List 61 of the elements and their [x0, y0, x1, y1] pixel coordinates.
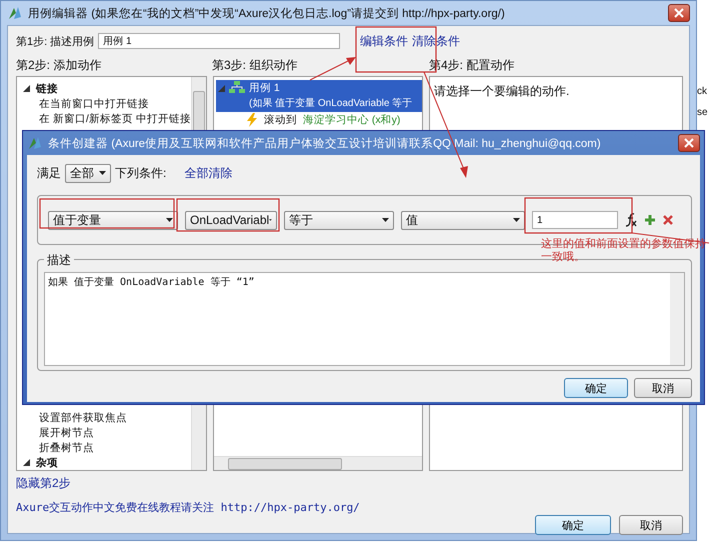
ok-button[interactable]: 确定 [535, 515, 611, 535]
match-suffix: 下列条件: [115, 164, 166, 182]
match-label: 满足 [37, 164, 61, 182]
hint-text: 请选择一个要编辑的动作. [434, 84, 570, 98]
case-title: 用例 1 [249, 81, 281, 96]
tree-group-label[interactable]: 杂项 [36, 456, 58, 470]
dropdown-arrow-icon [166, 218, 173, 222]
dropdown-arrow-icon [513, 218, 520, 222]
tree-group-label[interactable]: 链接 [36, 82, 58, 96]
cancel-button[interactable]: 取消 [634, 378, 692, 398]
action-item[interactable]: 在当前窗口中打开链接 [39, 96, 149, 110]
background-text: ck [697, 86, 708, 97]
lightning-icon [246, 113, 258, 127]
footer-note: Axure交互动作中文免费在线教程请关注 http://hpx-party.org/ [16, 501, 360, 514]
cancel-button[interactable]: 取消 [619, 515, 683, 535]
dialog-title: 条件创建器 (Axure使用及互联网和软件产品用户体验交互设计培训请联系QQ Mail: hu_zhenghui@qq.com) [48, 136, 602, 150]
horizontal-scrollbar[interactable] [214, 456, 422, 470]
case-icon [229, 81, 245, 94]
action-item[interactable]: 展开树节点 [39, 426, 94, 440]
action-target: 海淀学习中心 (x和y) [303, 113, 400, 127]
action-item[interactable]: 设置部件获取焦点 [39, 410, 127, 424]
dropdown-arrow-icon [99, 171, 106, 175]
step-label: 第3步: 组织动作 [212, 57, 298, 74]
expanded-triangle-icon[interactable] [23, 85, 30, 92]
use-case-name-field[interactable]: 用例 1 [98, 33, 340, 49]
dropdown-arrow-icon [269, 218, 272, 222]
ok-button[interactable]: 确定 [564, 378, 628, 398]
vertical-scrollbar[interactable] [670, 273, 684, 365]
description-field[interactable]: 如果 值于变量 OnLoadVariable 等于 “1” [44, 272, 685, 366]
action-row[interactable]: 滚动到 海淀学习中心 (x和y) [216, 112, 422, 127]
background-text: se [697, 107, 709, 118]
match-dropdown[interactable]: 全部 [65, 164, 111, 182]
add-icon[interactable] [644, 214, 656, 226]
case-condition: (如果 值于变量 OnLoadVariable 等于 [249, 96, 412, 111]
window-title: 用例编辑器 (如果您在“我的文档”中发现“Axure汉化包日志.log”请提交到 http://hpx-party.org/) [28, 6, 506, 20]
close-button[interactable] [678, 134, 700, 152]
clear-all-link[interactable]: 全部清除 [184, 164, 232, 182]
function-icon[interactable] [625, 213, 637, 227]
close-button[interactable] [668, 4, 690, 22]
group-label: 描述 [44, 252, 74, 269]
case-row[interactable]: 用例 1 (如果 值于变量 OnLoadVariable 等于 [216, 80, 422, 112]
action-item[interactable]: 在 新窗口/新标签页 中打开链接 [39, 112, 191, 126]
delete-icon[interactable] [663, 215, 673, 225]
dropdown-arrow-icon [382, 218, 389, 222]
app-icon [27, 135, 43, 151]
link[interactable]: 编辑条件 [360, 32, 408, 50]
close-icon [684, 138, 694, 148]
condition-dropdown[interactable]: 值于变量 [48, 210, 178, 230]
app-icon [7, 5, 23, 21]
value-field[interactable]: 1 [532, 211, 618, 229]
step-label: 第1步: 描述用例 [16, 34, 94, 48]
step-label: 第2步: 添加动作 [16, 57, 102, 74]
action-item[interactable]: 折叠树节点 [39, 440, 94, 454]
close-icon [674, 8, 684, 18]
condition-dropdown[interactable]: 等于 [284, 210, 394, 230]
condition-dropdown[interactable]: 值 [401, 210, 525, 230]
arrow [310, 57, 356, 80]
hide-step-link[interactable]: 隐藏第2步 [16, 476, 71, 490]
expanded-triangle-icon[interactable] [23, 459, 30, 466]
condition-dropdown[interactable]: OnLoadVariabl [185, 210, 277, 230]
action-verb: 滚动到 [264, 113, 297, 127]
